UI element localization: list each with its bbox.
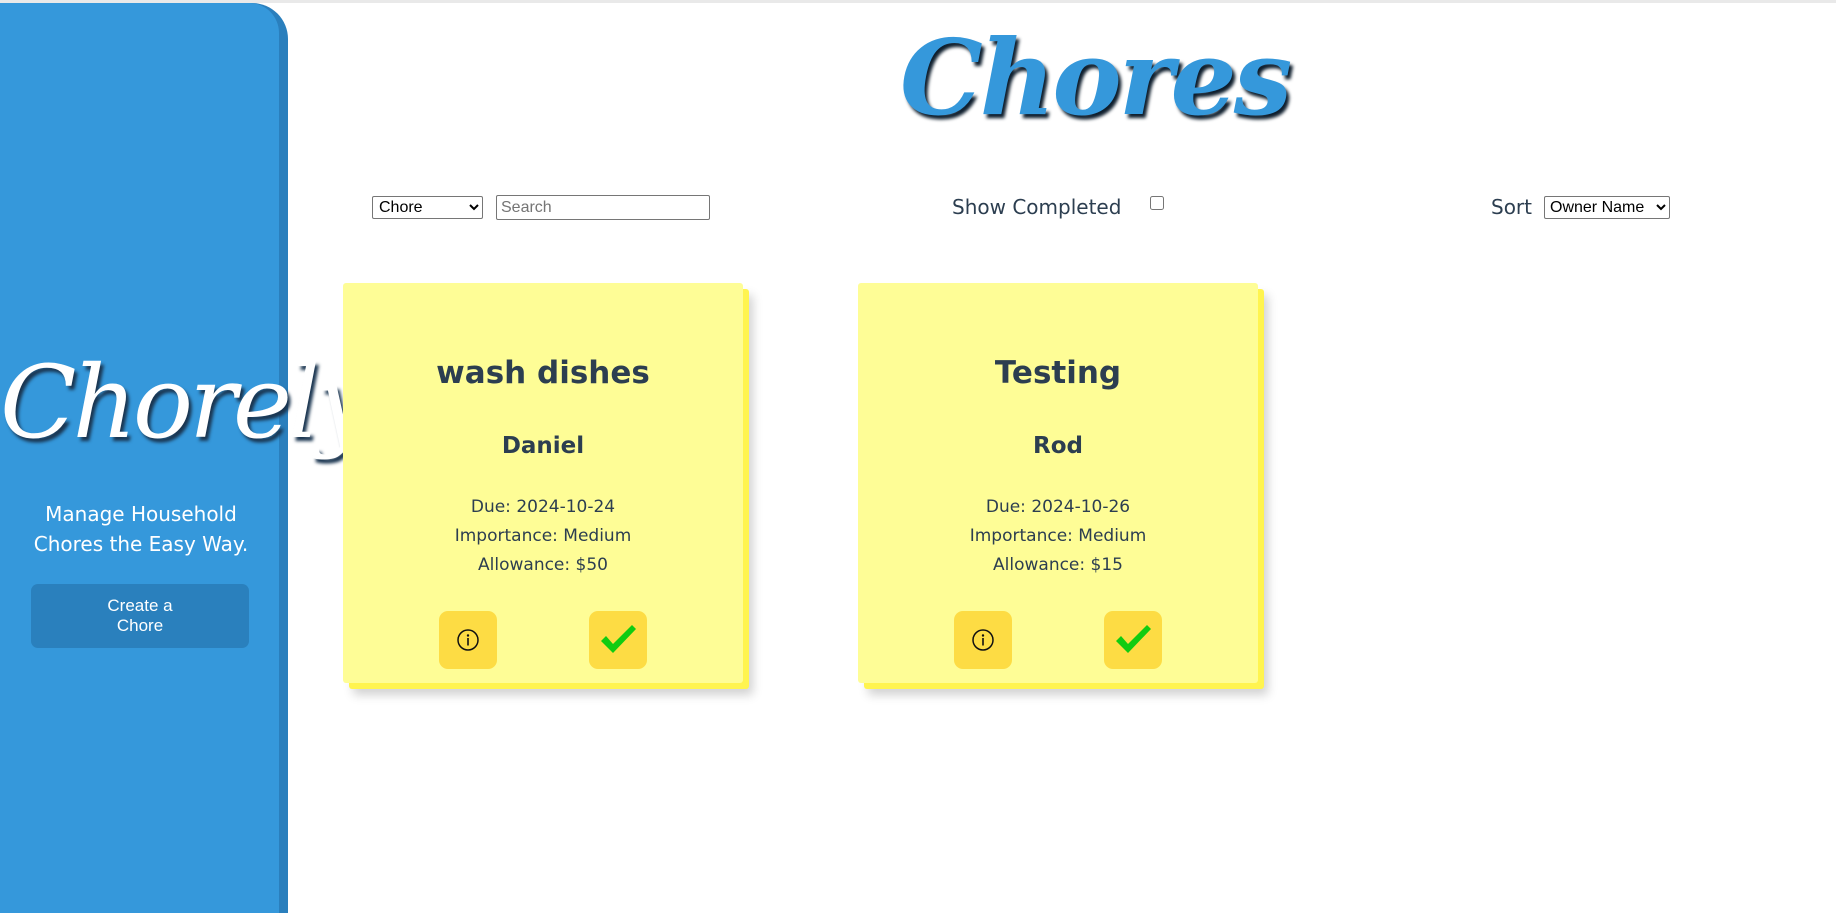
chore-card-body: wash dishes Daniel Due: 2024-10-24 Impor… <box>343 283 743 683</box>
chore-info-button[interactable] <box>439 611 497 669</box>
app-logo: Chorely <box>0 344 373 461</box>
info-icon <box>972 629 994 651</box>
chore-importance: Importance: Medium <box>969 526 1147 546</box>
checkmark-icon <box>601 625 636 653</box>
chore-details: Due: 2024-10-24 Importance: Medium Allow… <box>343 493 743 580</box>
app-tagline: Manage Household Chores the Easy Way. <box>33 502 249 556</box>
chore-due: Due: 2024-10-24 <box>470 497 616 517</box>
page-title: Chores <box>900 16 1292 139</box>
sort-label: Sort <box>1491 195 1532 219</box>
chore-card-body: Testing Rod Due: 2024-10-26 Importance: … <box>858 283 1258 683</box>
chore-allowance: Allowance: $50 <box>478 555 608 575</box>
chore-allowance: Allowance: $15 <box>993 555 1123 575</box>
chore-info-button[interactable] <box>954 611 1012 669</box>
sort-select[interactable]: Owner Name <box>1544 196 1670 219</box>
info-icon <box>457 629 479 651</box>
chore-title: wash dishes <box>436 355 650 391</box>
chore-complete-button[interactable] <box>1104 611 1162 669</box>
create-chore-button-label: Create a Chore <box>107 596 173 635</box>
top-border <box>0 0 1836 3</box>
chore-card: Testing Rod Due: 2024-10-26 Importance: … <box>858 283 1264 689</box>
chore-due: Due: 2024-10-26 <box>985 497 1131 517</box>
chore-details: Due: 2024-10-26 Importance: Medium Allow… <box>858 493 1258 580</box>
filter-type-select[interactable]: Chore <box>372 196 483 219</box>
chore-owner: Daniel <box>501 433 585 459</box>
chore-complete-button[interactable] <box>589 611 647 669</box>
show-completed-checkbox[interactable] <box>1150 196 1164 210</box>
sidebar: Chorely Manage Household Chores the Easy… <box>0 3 373 913</box>
chore-title: Testing <box>994 355 1122 391</box>
show-completed-label: Show Completed <box>952 195 1122 219</box>
chore-owner: Rod <box>1033 433 1083 459</box>
chore-importance: Importance: Medium <box>454 526 632 546</box>
checkmark-icon <box>1116 625 1151 653</box>
search-input[interactable] <box>496 195 710 220</box>
chore-card: wash dishes Daniel Due: 2024-10-24 Impor… <box>343 283 749 689</box>
create-chore-button[interactable]: Create a Chore <box>31 584 249 648</box>
